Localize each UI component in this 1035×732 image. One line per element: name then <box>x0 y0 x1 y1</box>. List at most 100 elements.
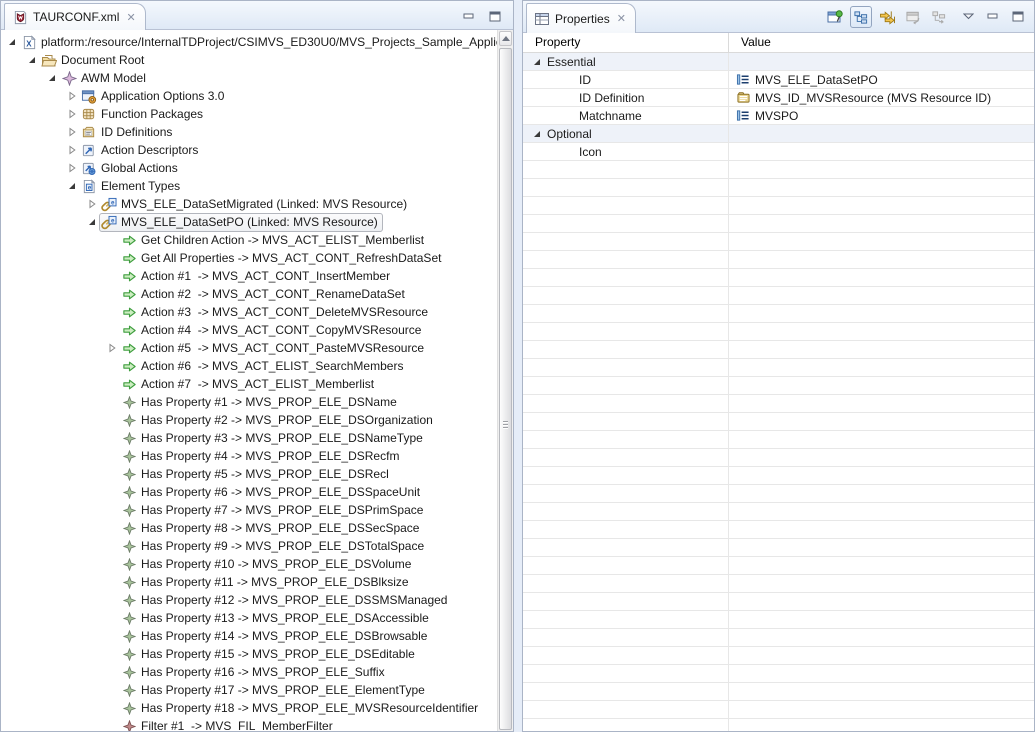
collapse-arrow-icon[interactable] <box>25 51 39 69</box>
property-category-row[interactable]: Optional <box>523 125 1034 143</box>
expand-arrow-icon[interactable] <box>65 123 79 141</box>
tree-node[interactable]: Action #3 -> MVS_ACT_CONT_DeleteMVSResou… <box>119 303 433 322</box>
tree-row[interactable]: Has Property #14 -> MVS_PROP_ELE_DSBrows… <box>1 627 497 645</box>
collapse-arrow-icon[interactable] <box>531 129 543 139</box>
expand-arrow-icon[interactable] <box>105 339 119 357</box>
tree-node[interactable]: eElement Types <box>79 177 185 196</box>
property-row[interactable]: MatchnameMVSPO <box>523 107 1034 125</box>
tree-node[interactable]: Action #7 -> MVS_ACT_ELIST_Memberlist <box>119 375 379 394</box>
show-categories-icon[interactable] <box>850 6 872 28</box>
tree-node[interactable]: Has Property #15 -> MVS_PROP_ELE_DSEdita… <box>119 645 420 664</box>
tree-node[interactable]: Has Property #2 -> MVS_PROP_ELE_DSOrgani… <box>119 411 438 430</box>
tree-row[interactable]: Action #6 -> MVS_ACT_ELIST_SearchMembers <box>1 357 497 375</box>
tree-row[interactable]: Get All Properties -> MVS_ACT_CONT_Refre… <box>1 249 497 267</box>
tree-node[interactable]: Has Property #9 -> MVS_PROP_ELE_DSTotalS… <box>119 537 429 556</box>
expand-arrow-icon[interactable] <box>85 195 99 213</box>
expand-arrow-icon[interactable] <box>65 105 79 123</box>
tree-node[interactable]: Has Property #7 -> MVS_PROP_ELE_DSPrimSp… <box>119 501 428 520</box>
tree-row[interactable]: Has Property #15 -> MVS_PROP_ELE_DSEdita… <box>1 645 497 663</box>
tree-row[interactable]: Action #5 -> MVS_ACT_CONT_PasteMVSResour… <box>1 339 497 357</box>
tree-row[interactable]: Action #4 -> MVS_ACT_CONT_CopyMVSResourc… <box>1 321 497 339</box>
tree-node[interactable]: Global Actions <box>79 159 183 178</box>
tree-row[interactable]: Has Property #8 -> MVS_PROP_ELE_DSSecSpa… <box>1 519 497 537</box>
tree-row[interactable]: Has Property #9 -> MVS_PROP_ELE_DSTotalS… <box>1 537 497 555</box>
tree-row[interactable]: Action #3 -> MVS_ACT_CONT_DeleteMVSResou… <box>1 303 497 321</box>
tree-row[interactable]: Filter #1 -> MVS_FIL_MemberFilter <box>1 717 497 731</box>
tree-node[interactable]: Action #1 -> MVS_ACT_CONT_InsertMember <box>119 267 395 286</box>
tree-node[interactable]: Action #6 -> MVS_ACT_ELIST_SearchMembers <box>119 357 408 376</box>
tree-node[interactable]: AWM Model <box>59 69 151 88</box>
tree-row[interactable]: Has Property #17 -> MVS_PROP_ELE_Element… <box>1 681 497 699</box>
tree-row[interactable]: eElement Types <box>1 177 497 195</box>
tree-node[interactable]: Function Packages <box>79 105 208 124</box>
tree-node[interactable]: Has Property #3 -> MVS_PROP_ELE_DSNameTy… <box>119 429 428 448</box>
collapse-arrow-icon[interactable] <box>531 57 543 67</box>
tree-row[interactable]: eMVS_ELE_DataSetPO (Linked: MVS Resource… <box>1 213 497 231</box>
tree-row[interactable]: Has Property #16 -> MVS_PROP_ELE_Suffix <box>1 663 497 681</box>
tree-row[interactable]: Has Property #1 -> MVS_PROP_ELE_DSName <box>1 393 497 411</box>
scrollbar-thumb[interactable] <box>499 48 512 730</box>
tree-node[interactable]: Get Children Action -> MVS_ACT_ELIST_Mem… <box>119 231 429 250</box>
tree-node[interactable]: Has Property #6 -> MVS_PROP_ELE_DSSpaceU… <box>119 483 425 502</box>
tree-node[interactable]: eMVS_ELE_DataSetMigrated (Linked: MVS Re… <box>99 195 412 214</box>
tree-row[interactable]: Has Property #18 -> MVS_PROP_ELE_MVSReso… <box>1 699 497 717</box>
tree-node[interactable]: Action Descriptors <box>79 141 203 160</box>
tree-node[interactable]: Action #5 -> MVS_ACT_CONT_PasteMVSResour… <box>119 339 429 358</box>
scroll-up-icon[interactable] <box>499 31 512 46</box>
tree-node[interactable]: Has Property #16 -> MVS_PROP_ELE_Suffix <box>119 663 390 682</box>
tree-node[interactable]: Filter #1 -> MVS_FIL_MemberFilter <box>119 717 338 732</box>
property-value-cell[interactable] <box>729 143 1034 160</box>
tree-node[interactable]: Has Property #5 -> MVS_PROP_ELE_DSRecl <box>119 465 394 484</box>
tree-row[interactable]: Has Property #7 -> MVS_PROP_ELE_DSPrimSp… <box>1 501 497 519</box>
tree-row[interactable]: Xplatform:/resource/InternalTDProject/CS… <box>1 33 497 51</box>
close-properties-icon[interactable]: ✕ <box>617 12 626 25</box>
tree-node[interactable]: Has Property #18 -> MVS_PROP_ELE_MVSReso… <box>119 699 483 718</box>
tree-row[interactable]: AWM Model <box>1 69 497 87</box>
collapse-arrow-icon[interactable] <box>5 33 19 51</box>
tree-row[interactable]: Has Property #10 -> MVS_PROP_ELE_DSVolum… <box>1 555 497 573</box>
tree-row[interactable]: Action #2 -> MVS_ACT_CONT_RenameDataSet <box>1 285 497 303</box>
show-advanced-properties-icon[interactable] <box>876 6 898 28</box>
property-row[interactable]: IDMVS_ELE_DataSetPO <box>523 71 1034 89</box>
tree-node[interactable]: Action #4 -> MVS_ACT_CONT_CopyMVSResourc… <box>119 321 426 340</box>
tree-node[interactable]: Has Property #12 -> MVS_PROP_ELE_DSSMSMa… <box>119 591 452 610</box>
maximize-editor-icon[interactable] <box>487 8 503 24</box>
tree-row[interactable]: Has Property #5 -> MVS_PROP_ELE_DSRecl <box>1 465 497 483</box>
collapse-arrow-icon[interactable] <box>45 69 59 87</box>
tab-taurconf-xml[interactable]: TAURCONF.xml ✕ <box>4 3 146 30</box>
tree-node[interactable]: Document Root <box>39 51 149 70</box>
collapse-arrow-icon[interactable] <box>85 213 99 231</box>
tree-row[interactable]: eMVS_ELE_DataSetMigrated (Linked: MVS Re… <box>1 195 497 213</box>
tree-row[interactable]: Action #1 -> MVS_ACT_CONT_InsertMember <box>1 267 497 285</box>
column-header-value[interactable]: Value <box>729 33 771 52</box>
tree-row[interactable]: ID Definitions <box>1 123 497 141</box>
property-row[interactable]: Icon <box>523 143 1034 161</box>
tree-node[interactable]: Has Property #8 -> MVS_PROP_ELE_DSSecSpa… <box>119 519 424 538</box>
tree-row[interactable]: Action #7 -> MVS_ACT_ELIST_Memberlist <box>1 375 497 393</box>
tree-node[interactable]: Xplatform:/resource/InternalTDProject/CS… <box>19 33 497 52</box>
pin-editor-icon[interactable] <box>824 6 846 28</box>
tree-node[interactable]: Has Property #1 -> MVS_PROP_ELE_DSName <box>119 393 402 412</box>
minimize-editor-icon[interactable] <box>461 8 477 24</box>
tree-node[interactable]: ID Definitions <box>79 123 177 142</box>
column-header-property[interactable]: Property <box>523 33 729 52</box>
tree-node[interactable]: Action #2 -> MVS_ACT_CONT_RenameDataSet <box>119 285 410 304</box>
tree-node[interactable]: Has Property #13 -> MVS_PROP_ELE_DSAcces… <box>119 609 434 628</box>
expand-arrow-icon[interactable] <box>65 87 79 105</box>
tree-row[interactable]: Get Children Action -> MVS_ACT_ELIST_Mem… <box>1 231 497 249</box>
tree-row[interactable]: Has Property #6 -> MVS_PROP_ELE_DSSpaceU… <box>1 483 497 501</box>
tree-node[interactable]: Get All Properties -> MVS_ACT_CONT_Refre… <box>119 249 446 268</box>
property-value-cell[interactable]: MVSPO <box>729 107 1034 124</box>
editor-vertical-scrollbar[interactable] <box>497 30 513 731</box>
tree-node[interactable]: Has Property #14 -> MVS_PROP_ELE_DSBrows… <box>119 627 432 646</box>
tree-row[interactable]: Application Options 3.0 <box>1 87 497 105</box>
property-value-cell[interactable]: MVS_ELE_DataSetPO <box>729 71 1034 88</box>
tree-node[interactable]: Has Property #17 -> MVS_PROP_ELE_Element… <box>119 681 430 700</box>
tree-node[interactable]: Application Options 3.0 <box>79 87 229 106</box>
tree-row[interactable]: Has Property #13 -> MVS_PROP_ELE_DSAcces… <box>1 609 497 627</box>
expand-arrow-icon[interactable] <box>65 159 79 177</box>
minimize-view-icon[interactable] <box>985 8 1001 24</box>
tree-row[interactable]: Has Property #2 -> MVS_PROP_ELE_DSOrgani… <box>1 411 497 429</box>
tree-selection[interactable]: eMVS_ELE_DataSetPO (Linked: MVS Resource… <box>99 213 383 232</box>
maximize-view-icon[interactable] <box>1010 8 1026 24</box>
